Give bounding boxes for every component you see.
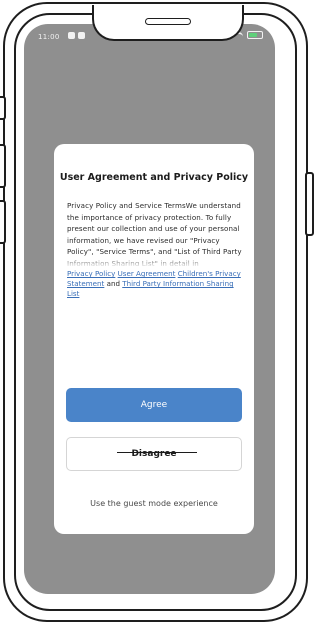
speaker-grille (145, 18, 191, 25)
privacy-policy-link[interactable]: Privacy Policy (67, 269, 115, 278)
disagree-label: Disagree (131, 449, 177, 459)
guest-mode-link[interactable]: Use the guest mode experience (54, 499, 254, 508)
agreement-dialog: User Agreement and Privacy Policy Privac… (54, 144, 254, 534)
status-left-icons (68, 32, 85, 39)
dialog-title: User Agreement and Privacy Policy (59, 172, 249, 183)
notification-icon (68, 32, 75, 39)
volume-down-button (0, 200, 6, 244)
disagree-strike-line (117, 452, 197, 453)
battery-level (249, 33, 257, 37)
power-button (305, 172, 314, 236)
agree-button[interactable]: Agree (66, 388, 242, 422)
policy-links: Privacy Policy User Agreement Children's… (67, 269, 247, 299)
mute-switch (0, 96, 6, 120)
screen-overlay: 11:00 User Agreement and Privacy Policy … (24, 24, 275, 594)
disagree-button[interactable]: Disagree (66, 437, 242, 471)
status-time: 11:00 (38, 33, 60, 41)
battery-icon (247, 31, 263, 39)
message-icon (78, 32, 85, 39)
volume-up-button (0, 144, 6, 188)
scroll-fade (67, 256, 242, 268)
user-agreement-link[interactable]: User Agreement (118, 269, 176, 278)
and-text: and (106, 279, 120, 288)
phone-notch (92, 5, 244, 41)
